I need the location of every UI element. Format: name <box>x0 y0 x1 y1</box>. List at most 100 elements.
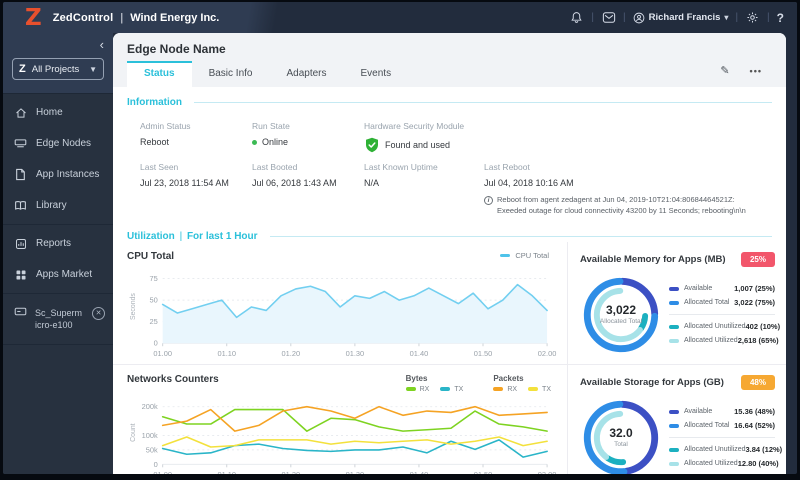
svg-text:01.20: 01.20 <box>282 349 301 358</box>
svg-text:01.30: 01.30 <box>346 470 365 474</box>
top-bar: Z ZedControl | Wind Energy Inc. | | Rich… <box>3 2 797 33</box>
app-window: Z ZedControl | Wind Energy Inc. | | Rich… <box>3 2 797 474</box>
svg-text:25: 25 <box>149 317 157 326</box>
sidebar-item-device[interactable]: Sc_Supermicro-e100 ✕ <box>3 297 113 341</box>
sidebar-item-home[interactable]: Home <box>3 97 113 128</box>
svg-text:0: 0 <box>154 460 158 469</box>
legend-divider <box>669 437 775 439</box>
topbar-divider: | <box>735 12 739 23</box>
sidebar-item-edge-nodes[interactable]: Edge Nodes <box>3 128 113 159</box>
main-panel: Edge Node Name Status Basic Info Adapter… <box>113 33 786 474</box>
cpu-chart-legend: CPU Total <box>500 251 557 260</box>
brand-separator: | <box>120 11 124 24</box>
legend-row-allocated-utilized: Allocated Utilized 2,618 (65%) <box>669 336 779 345</box>
sidebar-item-apps-market[interactable]: Apps Market <box>3 259 113 290</box>
field-last-known-uptime: Last Known Uptime N/A <box>364 162 438 188</box>
utilization-section-header: Utilization | For last 1 Hour <box>113 231 786 242</box>
topbar-actions: | | Richard Francis ▾ | | ? <box>569 10 797 25</box>
topbar-divider: | <box>591 12 594 23</box>
svg-text:01.40: 01.40 <box>410 349 429 358</box>
legend-marker <box>669 300 679 305</box>
svg-text:02.00: 02.00 <box>538 349 557 358</box>
sidebar-item-library[interactable]: Library <box>3 190 113 221</box>
device-close-icon[interactable]: ✕ <box>92 307 105 320</box>
svg-text:Seconds: Seconds <box>130 292 137 319</box>
information-row-2: Last Seen Jul 23, 2018 11:54 AM Last Boo… <box>140 162 772 217</box>
legend-marker <box>669 338 679 343</box>
information-row-1: Admin Status Reboot Run State Online Har… <box>140 121 772 153</box>
user-menu[interactable]: Richard Francis ▾ <box>633 12 728 24</box>
svg-text:01.10: 01.10 <box>217 349 236 358</box>
svg-text:75: 75 <box>149 274 157 283</box>
utilization-title: Utilization | For last 1 Hour <box>127 230 258 242</box>
svg-text:01.50: 01.50 <box>474 470 493 474</box>
user-name: Richard Francis <box>648 12 721 23</box>
status-tab-content: Information Admin Status Reboot Run Stat… <box>113 87 786 474</box>
legend-row-allocated-utilized: Allocated Utilized 12.80 (40%) <box>669 459 779 468</box>
project-logo-icon: Z <box>19 63 26 75</box>
legend-marker <box>669 409 679 414</box>
reports-icon <box>14 237 27 250</box>
svg-text:100k: 100k <box>142 431 158 440</box>
field-hardware-security-module: Hardware Security Module Found and used <box>364 121 772 153</box>
company-name: Wind Energy Inc. <box>130 11 220 24</box>
utilization-section: Utilization | For last 1 Hour CPU Total <box>113 231 786 474</box>
online-status-dot <box>252 139 257 145</box>
networks-chart-legend: Bytes RX TX Packets RX TX <box>405 373 557 393</box>
legend-row-available: Available 15.36 (48%) <box>669 407 775 416</box>
sidebar-collapse-chevron-icon[interactable]: ‹ <box>12 38 104 52</box>
sidebar-group-main: Home Edge Nodes App Instances Library <box>3 94 113 225</box>
memory-legend: Available 1,007 (25%) Allocated Total 3,… <box>669 279 780 350</box>
info-icon: i <box>484 196 493 205</box>
help-icon[interactable]: ? <box>777 11 784 25</box>
library-icon <box>14 199 27 212</box>
section-rule <box>194 102 772 103</box>
information-title: Information <box>127 97 182 108</box>
legend-line-marker <box>500 253 511 257</box>
svg-text:01.00: 01.00 <box>153 470 172 474</box>
header-actions: ✎ ••• <box>720 64 772 87</box>
project-selector-label: All Projects <box>31 63 80 75</box>
sidebar-item-label: Apps Market <box>36 269 93 280</box>
notifications-bell-icon[interactable] <box>569 10 584 25</box>
legend-row-allocated-unutilized: Allocated Unutilized 3.84 (12%) <box>669 445 782 454</box>
legend-group-bytes: Bytes RX TX <box>405 373 464 393</box>
tab-adapters[interactable]: Adapters <box>269 61 343 87</box>
svg-text:0: 0 <box>154 338 158 347</box>
topbar-divider: | <box>767 12 770 23</box>
utilization-grid: CPU Total CPU Total 0 25 50 75 01.00 01.10 01.… <box>113 241 786 474</box>
cpu-chart-title: CPU Total <box>127 250 175 262</box>
information-section-header: Information <box>113 97 786 108</box>
messages-envelope-icon[interactable] <box>601 10 616 25</box>
legend-marker <box>493 387 504 392</box>
sidebar-item-label: Home <box>36 107 63 118</box>
memory-donut-chart: 3,022 Allocated Total <box>580 274 662 356</box>
sidebar-top: ‹ Z All Projects ▼ <box>3 33 113 94</box>
reboot-note: i Reboot from agent zedagent at Jun 04, … <box>484 195 766 217</box>
cpu-total-chart: 0 25 50 75 01.00 01.10 01.20 01.30 01.40 01.50 02.… <box>127 262 557 359</box>
field-last-reboot: Last Reboot Jul 04, 2018 10:16 AM i Rebo… <box>484 162 772 217</box>
legend-marker <box>669 324 679 329</box>
legend-marker <box>669 447 679 452</box>
sidebar-group-secondary: Reports Apps Market <box>3 225 113 294</box>
svg-text:50k: 50k <box>146 445 158 454</box>
project-selector[interactable]: Z All Projects ▼ <box>12 58 104 80</box>
tabs-bar: Status Basic Info Adapters Events ✎ ••• <box>127 61 772 87</box>
sidebar-item-app-instances[interactable]: App Instances <box>3 159 113 190</box>
storage-usage-badge: 48% <box>740 374 775 390</box>
device-label: Sc_Supermicro-e100 <box>35 308 83 331</box>
legend-marker <box>405 387 416 392</box>
edit-pencil-icon[interactable]: ✎ <box>720 64 729 77</box>
sidebar-group-device: Sc_Supermicro-e100 ✕ <box>3 294 113 346</box>
legend-marker <box>528 387 539 392</box>
sidebar-item-reports[interactable]: Reports <box>3 228 113 259</box>
svg-text:01.00: 01.00 <box>153 349 172 358</box>
memory-panel-title: Available Memory for Apps (MB) <box>580 253 726 265</box>
tab-events[interactable]: Events <box>344 61 409 87</box>
settings-gear-icon[interactable] <box>745 10 760 25</box>
tab-basic-info[interactable]: Basic Info <box>192 61 270 87</box>
more-options-icon[interactable]: ••• <box>750 66 762 76</box>
field-run-state: Run State Online <box>252 121 290 147</box>
legend-marker <box>669 286 679 291</box>
tab-status[interactable]: Status <box>127 61 192 87</box>
